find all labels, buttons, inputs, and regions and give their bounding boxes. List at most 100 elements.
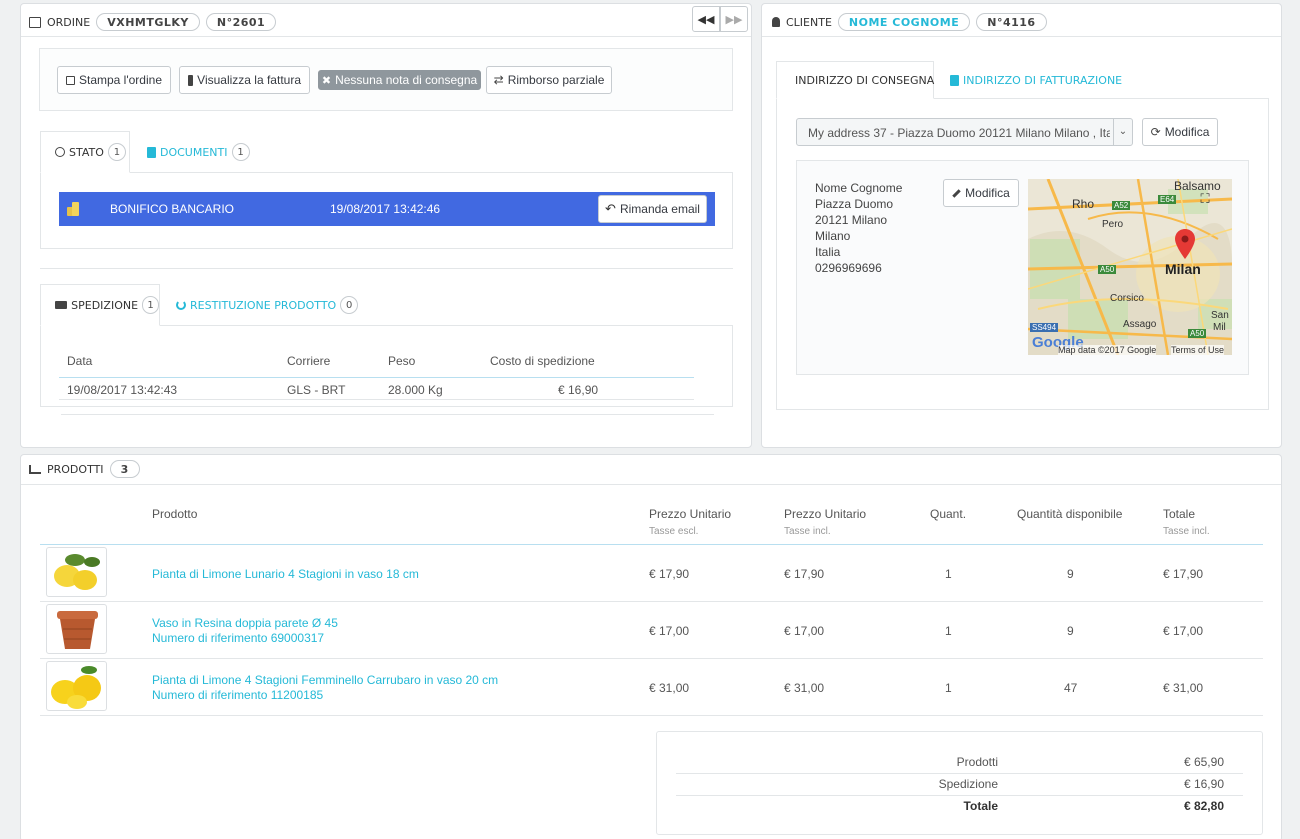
address-street: Piazza Duomo xyxy=(815,197,894,211)
product-available: 9 xyxy=(1067,624,1074,638)
map-label-san: San xyxy=(1211,310,1229,321)
order-summary-box: Prodotti € 65,90 Spedizione € 16,90 Tota… xyxy=(656,731,1263,835)
pot-icon xyxy=(57,611,98,649)
summary-total-label: Totale xyxy=(963,799,998,813)
summary-line xyxy=(676,795,1243,796)
customer-panel: Cliente Nome Cognome N°4116 Indirizzo di… xyxy=(761,3,1282,448)
product-name[interactable]: Pianta di Limone Lunario 4 Stagioni in v… xyxy=(152,567,419,581)
tab-shipping[interactable]: Spedizione 1 xyxy=(40,284,160,326)
undo-icon xyxy=(176,300,186,310)
customer-header-divider xyxy=(762,36,1281,37)
header-unit-price-excl-sub: Tasse escl. xyxy=(649,526,699,537)
truck-icon xyxy=(55,301,68,309)
edit-address-button[interactable]: Modifica xyxy=(943,179,1019,207)
resend-email-button[interactable]: ↶ Rimanda email xyxy=(598,195,707,223)
product-name[interactable]: Vaso in Resina doppia parete Ø 45 xyxy=(152,616,338,630)
summary-shipping-value: € 16,90 xyxy=(1183,777,1224,791)
status-row: BONIFICO BANCARIO 19/08/2017 13:42:46 ↶ … xyxy=(59,192,715,226)
customer-title: Cliente xyxy=(786,15,832,29)
summary-total-value: € 82,80 xyxy=(1183,799,1224,813)
product-row-line xyxy=(40,715,1263,716)
product-price-excl: € 31,00 xyxy=(649,681,690,695)
coins-icon xyxy=(67,202,79,216)
map-pin-icon xyxy=(1175,229,1195,259)
product-total: € 17,00 xyxy=(1163,624,1204,638)
product-reference[interactable]: Numero di riferimento 69000317 xyxy=(152,631,324,645)
tab-product-return[interactable]: Restituzione prodotto 0 xyxy=(176,284,359,326)
order-header: Ordine VXHMTGLKY N°2601 xyxy=(29,10,277,34)
customer-name-badge[interactable]: Nome Cognome xyxy=(837,13,971,31)
header-total-label: Totale xyxy=(1163,507,1196,521)
tab-status[interactable]: Stato 1 xyxy=(40,131,130,173)
print-order-button[interactable]: Stampa l'ordine xyxy=(57,66,171,94)
header-quantity: Quant. xyxy=(930,507,967,521)
product-name[interactable]: Pianta di Limone 4 Stagioni Femminello C… xyxy=(152,673,498,687)
tab-billing-address-label: Indirizzo di fatturazione xyxy=(963,73,1123,87)
lemon-plant-icon xyxy=(54,554,100,590)
change-address-button[interactable]: ⟳ Modifica xyxy=(1142,118,1218,146)
map-road-ss494: SS494 xyxy=(1030,323,1059,332)
no-delivery-note-button: ✖ Nessuna nota di consegna xyxy=(318,70,481,90)
cart-icon xyxy=(29,464,41,474)
address-select[interactable]: My address 37 - Piazza Duomo 20121 Milan… xyxy=(796,118,1133,146)
map-road-a50-east: A50 xyxy=(1188,329,1207,338)
tab-documents[interactable]: Documenti 1 xyxy=(147,131,250,173)
fullscreen-icon[interactable]: ⛶ xyxy=(1196,191,1214,209)
summary-line xyxy=(676,773,1243,774)
previous-order-button[interactable]: ◀◀ xyxy=(692,6,720,32)
order-title: Ordine xyxy=(47,15,91,29)
next-order-button[interactable]: ▶▶ xyxy=(720,6,748,32)
credit-card-icon xyxy=(29,16,41,28)
shipping-carrier: GLS - BRT xyxy=(287,383,346,397)
double-chevron-left-icon: ◀◀ xyxy=(697,13,715,26)
order-number-badge: N°2601 xyxy=(205,13,277,31)
address-map[interactable]: Rho Balsamo Pero Milan Corsico Assago Sa… xyxy=(1028,179,1232,355)
tab-billing-address[interactable]: Indirizzo di fatturazione xyxy=(950,61,1122,99)
shipping-header-date: Data xyxy=(67,354,93,368)
print-icon xyxy=(66,75,75,85)
map-label-pero: Pero xyxy=(1102,219,1124,230)
chevron-down-icon: ⌄ xyxy=(1113,119,1132,145)
address-province: Milano xyxy=(815,229,851,243)
header-product: Prodotto xyxy=(152,507,198,521)
file-text-icon xyxy=(147,146,156,158)
products-header: Prodotti 3 xyxy=(29,457,140,481)
product-thumbnail xyxy=(46,604,107,654)
view-invoice-label: Visualizza la fattura xyxy=(197,73,301,87)
product-available: 9 xyxy=(1067,567,1074,581)
order-actions-box: Stampa l'ordine Visualizza la fattura ✖ … xyxy=(39,48,733,111)
view-invoice-button[interactable]: Visualizza la fattura xyxy=(179,66,310,94)
products-count-badge: 3 xyxy=(109,460,140,478)
order-reference-badge: VXHMTGLKY xyxy=(96,13,200,31)
shipping-count-badge: 1 xyxy=(142,296,159,314)
shipping-row-line xyxy=(59,399,694,400)
shipping-bottom-line xyxy=(61,414,714,415)
shipping-date: 19/08/2017 13:42:43 xyxy=(67,383,178,397)
products-panel: Prodotti 3 Prodotto Prezzo Unitario Tass… xyxy=(20,454,1282,839)
product-thumbnail xyxy=(46,547,107,597)
map-label-mil: Mil xyxy=(1213,322,1226,333)
product-reference[interactable]: Numero di riferimento 11200185 xyxy=(152,688,323,702)
header-unit-price-excl-label: Prezzo Unitario xyxy=(649,507,732,521)
tab-delivery-address[interactable]: Indirizzo di consegna xyxy=(776,61,934,99)
address-lines: Nome Cognome Piazza Duomo 20121 Milano M… xyxy=(815,180,902,276)
tab-product-return-label: Restituzione prodotto xyxy=(190,298,337,312)
status-count-badge: 1 xyxy=(107,143,126,161)
no-delivery-note-label: Nessuna nota di consegna xyxy=(335,73,478,87)
double-chevron-right-icon: ▶▶ xyxy=(725,13,743,26)
product-price-incl: € 17,00 xyxy=(784,624,825,638)
products-header-divider xyxy=(21,484,1281,485)
partial-refund-button[interactable]: ⇄ Rimborso parziale xyxy=(486,66,612,94)
tab-documents-label: Documenti xyxy=(160,145,228,159)
shipping-tab-content: Data Corriere Peso Costo di spedizione 1… xyxy=(40,325,733,407)
customer-number-badge: N°4116 xyxy=(976,13,1047,31)
map-terms[interactable]: Terms of Use xyxy=(1171,345,1225,355)
product-price-incl: € 31,00 xyxy=(784,681,825,695)
partial-refund-label: Rimborso parziale xyxy=(507,73,605,87)
product-price-excl: € 17,90 xyxy=(649,567,690,581)
product-row-line xyxy=(40,658,1263,659)
resend-email-label: Rimanda email xyxy=(619,202,700,216)
map-road-a52: A52 xyxy=(1112,201,1131,210)
print-order-label: Stampa l'ordine xyxy=(78,73,162,87)
address-phone: 0296969696 xyxy=(815,261,882,275)
